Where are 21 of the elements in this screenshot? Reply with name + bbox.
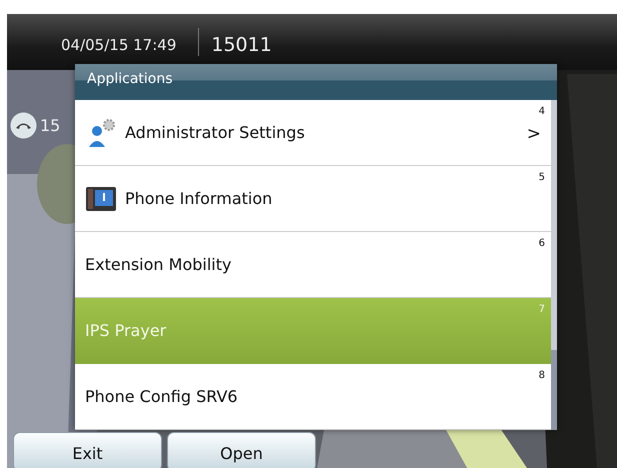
menu-item-label: Phone Information <box>125 188 272 210</box>
softkey-button[interactable]: Exit <box>13 432 162 468</box>
menu-item-label: Administrator Settings <box>125 122 305 144</box>
item-number: 5 <box>538 171 545 185</box>
menu-item-label: Extension Mobility <box>85 254 232 276</box>
menu-item[interactable]: Administrator Settings 4 > <box>75 100 551 166</box>
submenu-chevron: > <box>526 123 541 146</box>
line-label: 15 <box>40 115 60 137</box>
item-number: 6 <box>538 237 545 251</box>
menu-item[interactable]: Phone Information 5 <box>75 166 551 232</box>
menu-title: Applications <box>75 64 557 100</box>
item-number: 8 <box>538 369 545 383</box>
handset-icon <box>10 112 37 139</box>
menu-item-label: Phone Config SRV6 <box>85 386 238 408</box>
item-number: 4 <box>538 105 545 119</box>
menu-item-label: IPS Prayer <box>85 320 166 342</box>
softkey-button[interactable]: Open <box>167 432 316 468</box>
item-number: 7 <box>538 303 545 317</box>
date-time: 04/05/15 17:49 <box>61 34 176 56</box>
scrollbar-thumb[interactable] <box>551 350 557 430</box>
extension-number: 15011 <box>211 32 272 58</box>
